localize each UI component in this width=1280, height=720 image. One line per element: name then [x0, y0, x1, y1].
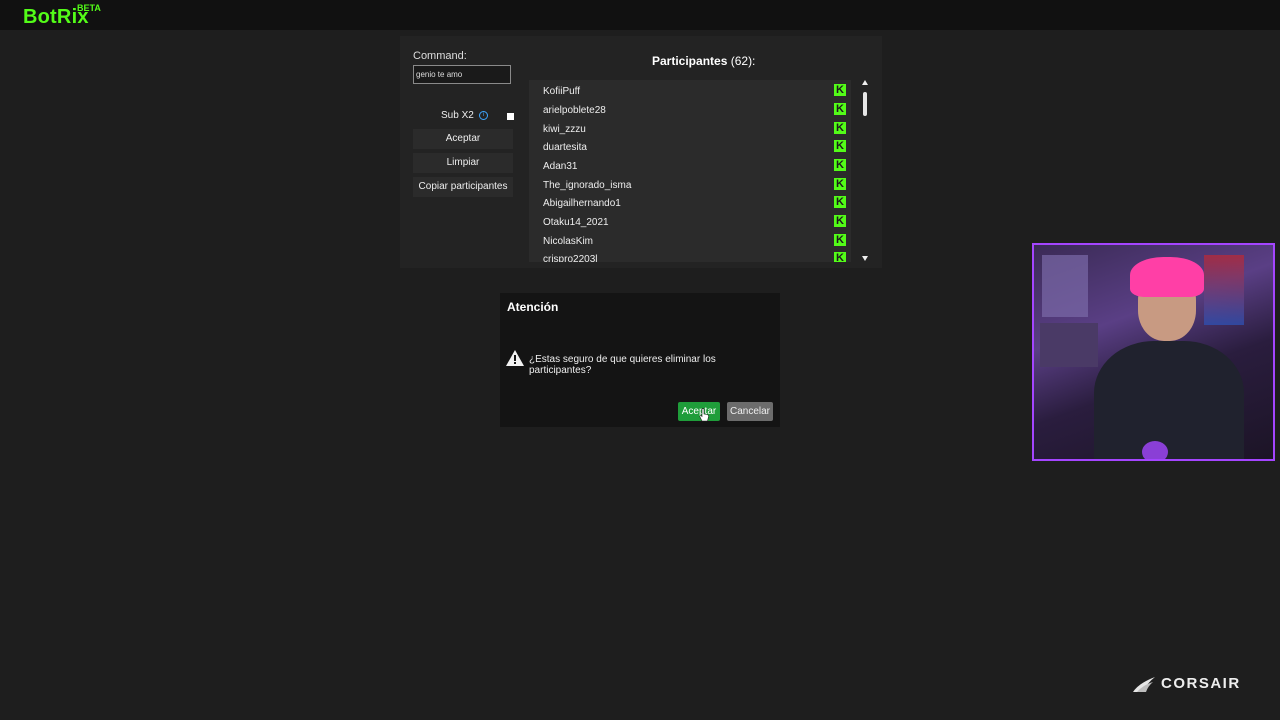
list-item[interactable]: Otaku14_2021 K: [543, 212, 849, 230]
sub-x2-checkbox[interactable]: [507, 113, 514, 120]
list-item[interactable]: duartesita K: [543, 137, 849, 155]
dialog-cancel-button[interactable]: Cancelar: [727, 402, 773, 421]
warning-icon: [506, 350, 524, 366]
copy-participants-button[interactable]: Copiar participantes: [413, 177, 513, 197]
webcam-overlay: [1032, 243, 1275, 461]
kick-icon: K: [834, 234, 846, 246]
participants-heading: Participantes (62):: [652, 54, 755, 68]
scroll-thumb[interactable]: [863, 92, 867, 116]
command-input[interactable]: [413, 65, 511, 84]
kick-icon: K: [834, 140, 846, 152]
scroll-down-arrow-icon[interactable]: [862, 256, 868, 261]
participant-name: crispro2203l: [543, 254, 598, 262]
list-item[interactable]: Abigailhernando1 K: [543, 193, 849, 211]
hand-cursor-icon: [699, 408, 709, 422]
participants-title: Participantes: [652, 54, 728, 68]
participants-list[interactable]: KofiiPuff K arielpoblete28 K kiwi_zzzu K du…: [529, 80, 851, 262]
kick-icon: K: [834, 159, 846, 171]
top-bar: BotRix BETA: [0, 0, 1280, 30]
participant-name: duartesita: [543, 142, 587, 153]
sub-x2-option: Sub X2 i: [441, 110, 488, 121]
participant-name: Adan31: [543, 161, 578, 172]
participant-name: arielpoblete28: [543, 105, 606, 116]
accept-button[interactable]: Aceptar: [413, 129, 513, 149]
clear-button[interactable]: Limpiar: [413, 153, 513, 173]
list-item[interactable]: Adan31 K: [543, 156, 849, 174]
list-item[interactable]: arielpoblete28 K: [543, 100, 849, 118]
list-item[interactable]: crispro2203l K: [543, 249, 849, 262]
beta-badge: BETA: [77, 3, 101, 13]
scroll-up-arrow-icon[interactable]: [862, 80, 868, 85]
participant-name: The_ignorado_isma: [543, 180, 632, 191]
corsair-wordmark: CORSAIR: [1161, 675, 1241, 692]
participant-name: NicolasKim: [543, 236, 594, 247]
participants-scrollbar[interactable]: [861, 80, 870, 262]
kick-icon: K: [834, 252, 846, 262]
mascot-icon: [1142, 441, 1168, 459]
list-item[interactable]: NicolasKim K: [543, 231, 849, 249]
kick-icon: K: [834, 178, 846, 190]
participants-count: (62):: [730, 54, 756, 68]
kick-icon: K: [834, 103, 846, 115]
kick-icon: K: [834, 122, 846, 134]
sub-x2-label: Sub X2: [441, 110, 474, 121]
kick-icon: K: [834, 196, 846, 208]
participant-name: kiwi_zzzu: [543, 124, 586, 135]
list-item[interactable]: KofiiPuff K: [543, 81, 849, 99]
participant-name: Otaku14_2021: [543, 217, 609, 228]
webcam-person-body: [1094, 341, 1244, 459]
kick-icon: K: [834, 84, 846, 96]
list-item[interactable]: kiwi_zzzu K: [543, 119, 849, 137]
participant-name: Abigailhernando1: [543, 198, 621, 209]
command-label: Command:: [413, 50, 467, 62]
webcam-shelf: [1040, 323, 1098, 367]
webcam-window: [1042, 255, 1088, 317]
info-icon[interactable]: i: [478, 111, 488, 120]
list-item[interactable]: The_ignorado_isma K: [543, 175, 849, 193]
controls-column: Command: Sub X2 i Aceptar Limpiar Copiar…: [413, 50, 514, 197]
corsair-logo: CORSAIR: [1131, 673, 1251, 695]
dialog-title: Atención: [507, 300, 559, 314]
webcam-person-hair: [1130, 257, 1204, 297]
kick-icon: K: [834, 215, 846, 227]
confirm-dialog: Atención ¿Estas seguro de que quieres el…: [500, 293, 780, 427]
corsair-sails-icon: [1133, 677, 1155, 692]
dialog-message: ¿Estas seguro de que quieres eliminar lo…: [529, 354, 716, 376]
participant-name: KofiiPuff: [543, 86, 581, 97]
giveaway-panel: Command: Sub X2 i Aceptar Limpiar Copiar…: [400, 36, 882, 268]
webcam-figure: [1204, 255, 1244, 325]
